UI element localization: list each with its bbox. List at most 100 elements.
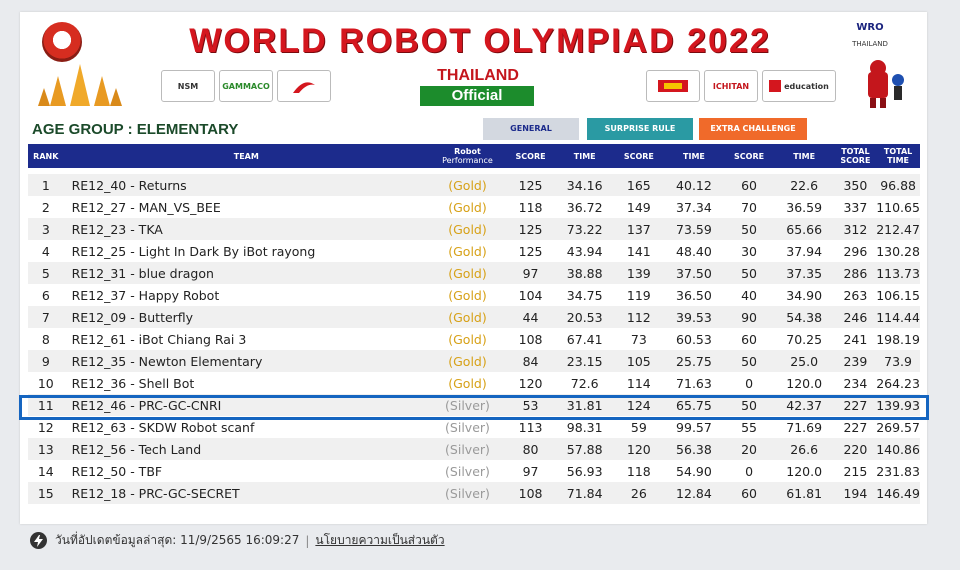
table-header: RANK TEAM Robot Performance SCORE TIME SC… xyxy=(28,144,920,168)
total-score-cell: 194 xyxy=(843,485,868,501)
score-3-cell: 50 xyxy=(741,265,757,281)
time-3-cell: 25.0 xyxy=(790,353,819,369)
rank-cell: 3 xyxy=(41,221,50,237)
total-time-cell: 106.15 xyxy=(876,287,920,303)
official-badge: Official xyxy=(420,86,534,106)
score-1-cell: 104 xyxy=(518,287,543,303)
time-2-cell: 37.50 xyxy=(676,265,712,281)
total-time-cell: 96.88 xyxy=(880,177,916,193)
total-time-cell: 264.23 xyxy=(876,375,920,391)
time-2-cell: 37.34 xyxy=(676,199,712,215)
table-row: 5 RE12_31 - blue dragon (Gold) 97 38.88 139 37… xyxy=(28,262,920,284)
total-score-cell: 263 xyxy=(843,287,868,303)
score-1-cell: 97 xyxy=(522,463,539,479)
time-1-cell: 56.93 xyxy=(566,463,603,479)
col-time-3: TIME xyxy=(793,151,816,161)
score-2-cell: 118 xyxy=(626,463,651,479)
time-3-cell: 22.6 xyxy=(790,177,819,193)
time-2-cell: 40.12 xyxy=(676,177,712,193)
score-3-cell: 50 xyxy=(741,353,757,369)
score-1-cell: 97 xyxy=(522,265,539,281)
time-1-cell: 43.94 xyxy=(566,243,603,259)
time-3-cell: 54.38 xyxy=(786,309,823,325)
time-3-cell: 120.0 xyxy=(786,463,823,479)
rank-cell: 5 xyxy=(41,265,50,281)
col-score-3: SCORE xyxy=(734,151,765,161)
tab-extra-challenge[interactable]: EXTRA CHALLENGE xyxy=(699,118,807,140)
rank-cell: 9 xyxy=(41,353,50,369)
score-3-cell: 60 xyxy=(741,177,757,193)
total-time-cell: 113.73 xyxy=(876,265,920,281)
country-label: THAILAND xyxy=(437,67,519,84)
score-1-cell: 84 xyxy=(522,353,539,369)
time-2-cell: 73.59 xyxy=(676,221,712,237)
score-3-cell: 50 xyxy=(741,221,757,237)
score-3-cell: 0 xyxy=(745,375,754,391)
time-3-cell: 65.66 xyxy=(786,221,823,237)
score-3-cell: 20 xyxy=(741,441,757,457)
score-2-cell: 119 xyxy=(626,287,651,303)
performance-cell: (Silver) xyxy=(445,463,490,479)
sponsor-lego-education-logo: education xyxy=(762,70,836,102)
total-score-cell: 312 xyxy=(843,221,868,237)
performance-cell: (Gold) xyxy=(448,353,487,369)
performance-cell: (Gold) xyxy=(448,177,487,193)
wro-country: THAILAND xyxy=(852,40,888,48)
team-cell: RE12_09 - Butterfly xyxy=(71,309,194,325)
score-1-cell: 80 xyxy=(522,441,539,457)
table-row: 4 RE12_25 - Light In Dark By iBot rayong (… xyxy=(28,240,920,262)
table-row: 14 RE12_50 - TBF (Silver) 97 56.93 118 54.90 0 1… xyxy=(28,460,920,482)
sponsor-red-logo xyxy=(277,70,331,102)
score-3-cell: 40 xyxy=(741,287,757,303)
score-1-cell: 125 xyxy=(518,177,543,193)
page-title: WORLD ROBOT OLYMPIAD 2022 xyxy=(189,22,771,60)
time-2-cell: 25.75 xyxy=(676,353,712,369)
time-1-cell: 36.72 xyxy=(566,199,603,215)
time-2-cell: 48.40 xyxy=(676,243,712,259)
score-2-cell: 141 xyxy=(626,243,651,259)
score-3-cell: 70 xyxy=(741,199,757,215)
score-2-cell: 73 xyxy=(630,331,647,347)
total-time-cell: 146.49 xyxy=(876,485,920,501)
time-1-cell: 57.88 xyxy=(566,441,603,457)
total-time-cell: 140.86 xyxy=(876,441,920,457)
time-3-cell: 37.94 xyxy=(786,243,823,259)
score-2-cell: 26 xyxy=(630,485,647,501)
total-time-cell: 198.19 xyxy=(876,331,920,347)
rank-cell: 10 xyxy=(37,375,54,391)
team-cell: RE12_61 - iBot Chiang Rai 3 xyxy=(71,331,247,347)
team-cell: RE12_25 - Light In Dark By iBot rayong xyxy=(71,243,316,259)
team-cell: RE12_37 - Happy Robot xyxy=(71,287,220,303)
time-2-cell: 36.50 xyxy=(676,287,712,303)
rank-cell: 7 xyxy=(41,309,50,325)
time-2-cell: 60.53 xyxy=(676,331,712,347)
rank-cell: 13 xyxy=(37,441,54,457)
tab-general[interactable]: GENERAL xyxy=(483,118,579,140)
table-row: 6 RE12_37 - Happy Robot (Gold) 104 34.75 119 3… xyxy=(28,284,920,306)
tab-surprise-rule[interactable]: SURPRISE RULE xyxy=(587,118,693,140)
score-3-cell: 0 xyxy=(745,463,754,479)
bolt-icon xyxy=(30,532,47,549)
col-performance: Robot Performance xyxy=(442,147,493,165)
privacy-policy-link[interactable]: นโยบายความเป็นส่วนตัว xyxy=(315,531,444,550)
col-score-2: SCORE xyxy=(623,151,654,161)
time-3-cell: 61.81 xyxy=(786,485,823,501)
time-1-cell: 71.84 xyxy=(566,485,603,501)
performance-cell: (Gold) xyxy=(448,243,487,259)
team-cell: RE12_27 - MAN_VS_BEE xyxy=(71,199,221,215)
total-time-cell: 110.65 xyxy=(876,199,920,215)
score-3-cell: 60 xyxy=(741,485,757,501)
total-score-cell: 246 xyxy=(843,309,868,325)
wro-logo: WRO xyxy=(856,22,884,33)
table-row: 13 RE12_56 - Tech Land (Silver) 80 57.88 120 5… xyxy=(28,438,920,460)
time-3-cell: 36.59 xyxy=(786,199,823,215)
col-rank: RANK xyxy=(33,151,59,161)
time-1-cell: 20.53 xyxy=(566,309,603,325)
score-1-cell: 118 xyxy=(518,199,543,215)
performance-cell: (Gold) xyxy=(448,309,487,325)
total-score-cell: 215 xyxy=(843,463,868,479)
score-2-cell: 149 xyxy=(626,199,651,215)
total-time-cell: 114.44 xyxy=(876,309,920,325)
col-team: TEAM xyxy=(233,151,259,161)
score-1-cell: 44 xyxy=(522,309,539,325)
